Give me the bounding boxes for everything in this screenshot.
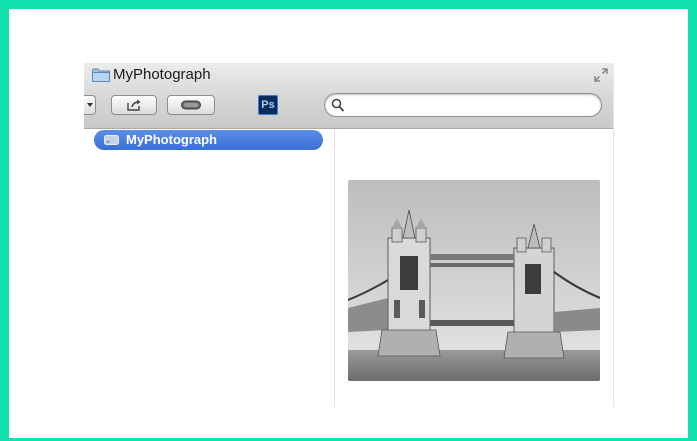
search-icon bbox=[331, 98, 344, 112]
tower-bridge-illustration bbox=[348, 180, 600, 381]
sidebar-item-label: MyPhotograph bbox=[126, 132, 217, 147]
tag-button[interactable] bbox=[167, 95, 215, 115]
drive-icon bbox=[104, 135, 119, 145]
dropdown-arrow-icon bbox=[86, 103, 93, 107]
sidebar-item-myphotograph[interactable]: MyPhotograph bbox=[94, 130, 323, 150]
search-field[interactable] bbox=[324, 93, 602, 117]
fullscreen-icon[interactable] bbox=[594, 68, 608, 82]
sidebar: MyPhotograph bbox=[94, 129, 335, 407]
window-title: MyPhotograph bbox=[113, 66, 211, 83]
title-bar: MyPhotograph Ps bbox=[84, 63, 613, 129]
search-input[interactable] bbox=[349, 97, 594, 113]
photoshop-app-button[interactable]: Ps bbox=[258, 95, 278, 115]
view-dropdown-button[interactable] bbox=[84, 95, 96, 115]
outer-frame: MyPhotograph Ps MyPhotograph bbox=[0, 0, 697, 441]
share-icon bbox=[127, 99, 141, 111]
share-button[interactable] bbox=[111, 95, 157, 115]
toggle-pill-icon bbox=[181, 100, 201, 110]
tower-bridge-photo[interactable] bbox=[348, 180, 600, 381]
finder-window: MyPhotograph Ps MyPhotograph bbox=[84, 63, 614, 407]
folder-icon bbox=[92, 68, 110, 82]
preview-pane bbox=[335, 129, 613, 407]
